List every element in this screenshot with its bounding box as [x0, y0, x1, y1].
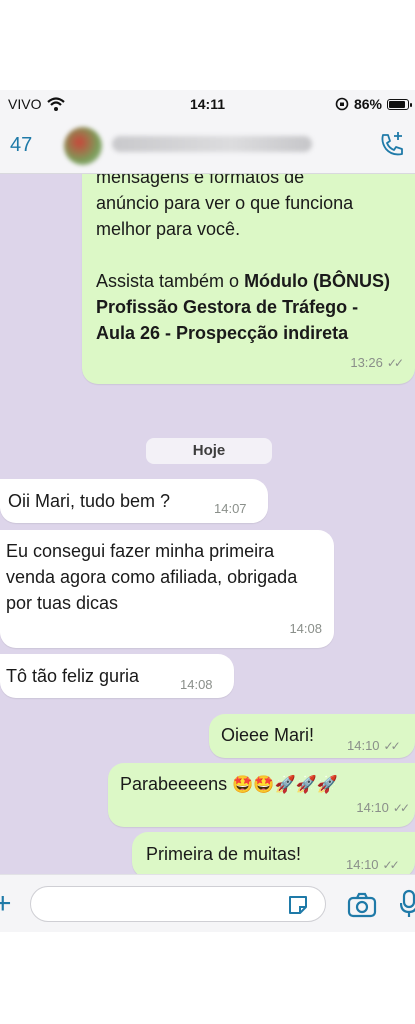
message-prefix: Assista também o	[96, 271, 245, 291]
message-text: Eu consegui fazer minha primeira venda a…	[6, 541, 298, 613]
message-bubble-incoming[interactable]: Tô tão feliz guria 14:08	[0, 654, 234, 698]
status-bar: VIVO 14:11 86%	[0, 90, 415, 118]
orientation-lock-icon	[335, 97, 349, 111]
message-text: Tô tão feliz guria	[6, 666, 140, 686]
battery-percent: 86%	[353, 96, 382, 112]
camera-icon[interactable]	[347, 892, 377, 918]
message-line: melhor para você.	[96, 219, 241, 239]
contact-name-blurred[interactable]	[112, 136, 312, 152]
phone-screen: VIVO 14:11 86% 47 mensagens e formatos d…	[0, 90, 415, 932]
message-bubble-outgoing[interactable]: mensagens e formatos de anúncio para ver…	[82, 174, 415, 384]
message-bubble-incoming[interactable]: Eu consegui fazer minha primeira venda a…	[0, 530, 334, 648]
sticker-icon[interactable]	[286, 893, 310, 917]
message-time: 14:10 ✓✓	[347, 733, 401, 759]
phone-add-icon[interactable]	[377, 130, 407, 160]
message-text: Parabeeeens	[120, 774, 228, 794]
message-bubble-outgoing[interactable]: Parabeeeens 🤩🤩🚀🚀🚀 14:10 ✓✓	[108, 763, 415, 827]
message-input[interactable]	[30, 886, 326, 922]
battery-icon	[387, 98, 412, 110]
message-time: 14:08	[289, 621, 322, 636]
date-divider: Hoje	[146, 438, 272, 464]
message-text: Primeira de muitas!	[146, 844, 302, 864]
message-time: 14:10 ✓✓	[356, 795, 410, 821]
microphone-icon[interactable]	[400, 889, 415, 919]
message-bubble-incoming[interactable]: Oii Mari, tudo bem ? 14:07	[0, 479, 268, 523]
time-label: 14:10	[346, 857, 379, 872]
message-line: mensagens e formatos de	[96, 174, 305, 187]
message-line: anúncio para ver o que funciona	[96, 193, 354, 213]
message-time: 13:26 ✓✓	[350, 350, 404, 376]
chat-area: mensagens e formatos de anúncio para ver…	[0, 174, 415, 874]
read-ticks-icon: ✓✓	[382, 858, 400, 872]
read-ticks-icon: ✓✓	[392, 801, 410, 815]
time-label: 13:26	[350, 355, 383, 370]
message-text: Oii Mari, tudo bem ?	[8, 491, 171, 511]
status-right: 86%	[335, 96, 412, 112]
message-text: Oieee Mari!	[221, 725, 315, 745]
composer-bar: +	[0, 874, 415, 932]
emoji-sequence: 🤩🤩🚀🚀🚀	[232, 775, 338, 794]
message-bubble-outgoing[interactable]: Oieee Mari! 14:10 ✓✓	[209, 714, 415, 758]
read-ticks-icon: ✓✓	[383, 739, 401, 753]
message-bubble-outgoing[interactable]: Primeira de muitas! 14:10 ✓✓	[132, 832, 415, 874]
chat-header: 47	[0, 118, 415, 174]
attach-plus-icon[interactable]: +	[0, 887, 12, 921]
time-label: 14:10	[356, 800, 389, 815]
message-text: Assista também o Módulo (BÔNUS) Profissã…	[96, 268, 401, 346]
back-button[interactable]: 47	[10, 134, 32, 157]
time-label: 14:10	[347, 738, 380, 753]
contact-avatar[interactable]	[64, 127, 102, 165]
read-ticks-icon: ✓✓	[386, 356, 404, 370]
message-time: 14:08	[180, 677, 213, 692]
message-time: 14:07	[214, 501, 247, 516]
message-time: 14:10 ✓✓	[346, 852, 400, 874]
